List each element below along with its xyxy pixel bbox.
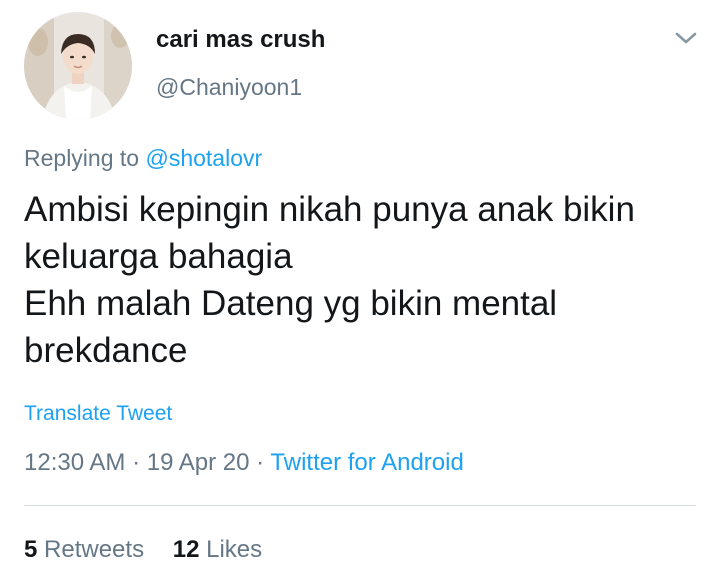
separator-dot: · bbox=[132, 449, 147, 476]
retweets-label: Retweets bbox=[44, 536, 145, 563]
tweet-text-line: brekdance bbox=[24, 331, 188, 370]
translate-tweet-link[interactable]: Translate Tweet bbox=[24, 402, 172, 426]
profile-photo bbox=[24, 12, 132, 120]
author-display-name[interactable]: cari mas crush bbox=[156, 26, 325, 54]
divider bbox=[24, 505, 696, 506]
tweet-text: Ambisi kepingin nikah punya anak bikin k… bbox=[24, 186, 704, 374]
chevron-down-icon[interactable] bbox=[672, 28, 700, 48]
tweet-text-line: Ehh malah Dateng yg bikin mental bbox=[24, 284, 558, 323]
likes-count: 12 bbox=[172, 536, 200, 563]
tweet-metadata: 12:30 AM · 19 Apr 20 · Twitter for Andro… bbox=[24, 449, 464, 477]
likes-label: Likes bbox=[206, 536, 263, 563]
author-handle[interactable]: @Chaniyoon1 bbox=[156, 74, 302, 101]
engagement-stats: 5 Retweets 12 Likes bbox=[24, 536, 262, 564]
tweet-time: 12:30 AM bbox=[24, 449, 126, 476]
tweet-source-link[interactable]: Twitter for Android bbox=[270, 449, 463, 476]
avatar[interactable] bbox=[24, 12, 132, 120]
tweet-text-line: Ambisi kepingin nikah punya anak bikin bbox=[24, 190, 635, 229]
replying-to: Replying to @shotalovr bbox=[24, 145, 262, 172]
tweet-text-line: keluarga bahagia bbox=[24, 237, 293, 276]
retweets-stat[interactable]: 5 Retweets bbox=[24, 536, 151, 563]
mention-link[interactable]: @shotalovr bbox=[145, 145, 262, 171]
replying-prefix: Replying to bbox=[24, 145, 140, 171]
tweet-date: 19 Apr 20 bbox=[146, 449, 250, 476]
retweets-count: 5 bbox=[24, 536, 38, 563]
separator-dot: · bbox=[256, 449, 271, 476]
likes-stat[interactable]: 12 Likes bbox=[173, 536, 262, 563]
